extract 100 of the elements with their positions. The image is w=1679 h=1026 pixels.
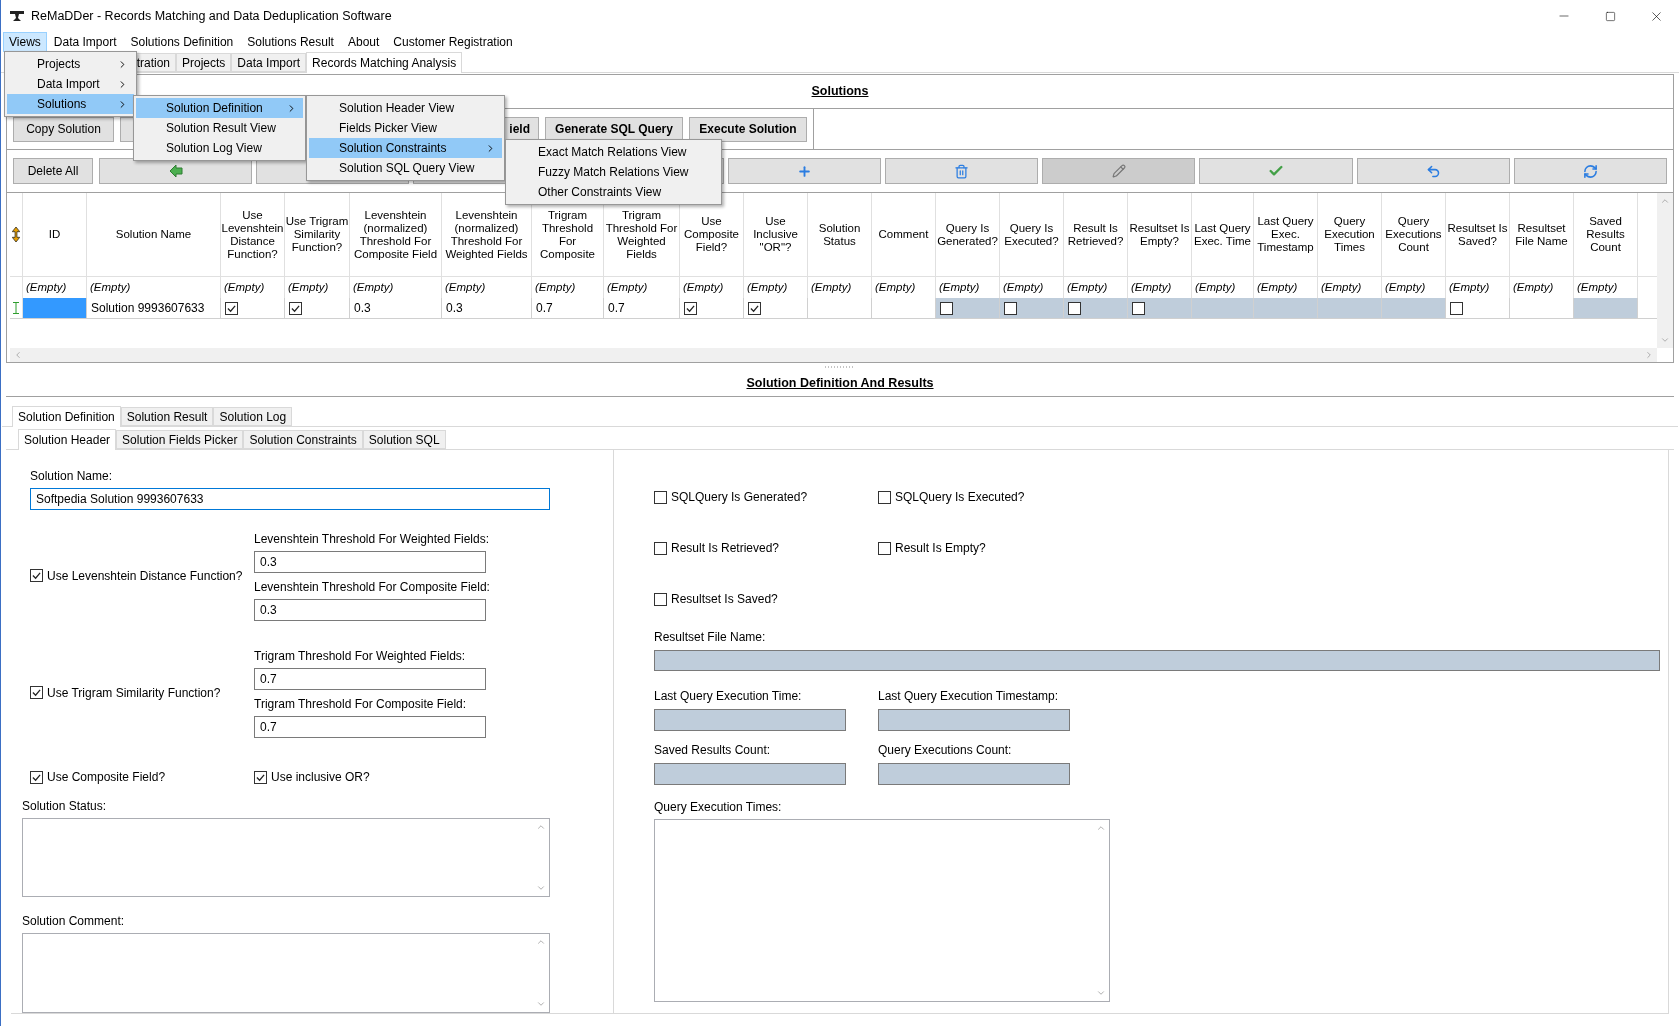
- filter-cell[interactable]: (Empty): [1321, 278, 1362, 297]
- delete-all-button[interactable]: Delete All: [13, 158, 93, 184]
- tab[interactable]: Solution Definition: [12, 406, 121, 427]
- menu-item[interactable]: Solutions Definition: [123, 32, 241, 52]
- file-name-field[interactable]: [654, 650, 1660, 671]
- column-header[interactable]: Last Query Exec. Time: [1192, 193, 1254, 276]
- tab[interactable]: Solution Header: [18, 429, 117, 450]
- table-cell[interactable]: [936, 298, 1000, 318]
- toolbar-button[interactable]: [885, 158, 1039, 184]
- readonly-field[interactable]: [878, 709, 1070, 731]
- menu-item[interactable]: Exact Match Relations View: [508, 142, 719, 162]
- checkbox[interactable]: [1068, 301, 1081, 315]
- column-header[interactable]: Query Execution Times: [1318, 193, 1382, 276]
- checkbox[interactable]: [30, 569, 43, 582]
- action-button[interactable]: Copy Solution: [13, 116, 114, 142]
- column-header[interactable]: Resultset File Name: [1510, 193, 1574, 276]
- menu-item[interactable]: Solutions: [7, 94, 134, 114]
- filter-cell[interactable]: (Empty): [1003, 278, 1044, 297]
- table-cell[interactable]: [1318, 298, 1382, 318]
- scroll-left-icon[interactable]: [13, 350, 23, 360]
- text-area[interactable]: [22, 818, 550, 897]
- tab[interactable]: Data Import: [231, 53, 307, 72]
- readonly-field[interactable]: [654, 709, 846, 731]
- table-cell[interactable]: [1000, 298, 1064, 318]
- table-cell[interactable]: [1254, 298, 1318, 318]
- menu-item[interactable]: Solution Log View: [136, 138, 303, 158]
- table-cell[interactable]: [1064, 298, 1128, 318]
- tab[interactable]: Solution Log: [213, 407, 293, 426]
- filter-cell[interactable]: (Empty): [26, 278, 67, 297]
- column-header[interactable]: Resultset Is Saved?: [1446, 193, 1510, 276]
- checkbox[interactable]: [225, 301, 238, 315]
- menu-item[interactable]: Fuzzy Match Relations View: [508, 162, 719, 182]
- menu-item[interactable]: Fields Picker View: [309, 118, 502, 138]
- filter-cell[interactable]: (Empty): [90, 278, 131, 297]
- checkbox[interactable]: [1450, 301, 1463, 315]
- table-cell[interactable]: [1574, 298, 1638, 318]
- table-cell[interactable]: [1382, 298, 1446, 318]
- filter-cell[interactable]: (Empty): [1067, 278, 1108, 297]
- column-header[interactable]: Use Levenshtein Distance Function?: [221, 193, 285, 276]
- column-header[interactable]: Levenshtein (normalized) Threshold For Composite Field: [350, 193, 442, 276]
- filter-cell[interactable]: (Empty): [811, 278, 852, 297]
- action-button[interactable]: Generate SQL Query: [545, 116, 683, 142]
- checkbox[interactable]: [654, 541, 667, 555]
- menu-item[interactable]: Views: [3, 32, 47, 52]
- tab[interactable]: Records Matching Analysis: [306, 52, 463, 73]
- checkbox[interactable]: [878, 490, 891, 504]
- column-header[interactable]: Query Executions Count: [1382, 193, 1446, 276]
- checkbox[interactable]: [30, 770, 43, 784]
- tab[interactable]: Projects: [176, 53, 232, 72]
- filter-cell[interactable]: (Empty): [445, 278, 486, 297]
- filter-cell[interactable]: (Empty): [747, 278, 788, 297]
- checkbox[interactable]: [684, 301, 697, 315]
- table-cell[interactable]: [1128, 298, 1192, 318]
- checkbox[interactable]: [878, 541, 891, 555]
- checkbox[interactable]: [654, 592, 667, 606]
- column-header[interactable]: Use Inclusive "OR"?: [744, 193, 808, 276]
- up-down-arrow-icon[interactable]: [12, 227, 20, 242]
- filter-cell[interactable]: (Empty): [683, 278, 724, 297]
- menu-item[interactable]: About: [340, 32, 387, 52]
- menu-item[interactable]: Solution Header View: [309, 98, 502, 118]
- checkbox[interactable]: [940, 301, 953, 315]
- filter-cell[interactable]: (Empty): [1577, 278, 1618, 297]
- tab[interactable]: Solution Result: [120, 407, 214, 426]
- threshold-field[interactable]: 0.7: [254, 668, 486, 690]
- scroll-down-icon[interactable]: [1660, 335, 1670, 345]
- filter-cell[interactable]: (Empty): [1513, 278, 1554, 297]
- checkbox[interactable]: [1132, 301, 1145, 315]
- column-header[interactable]: Resultset Is Empty?: [1128, 193, 1192, 276]
- text-area[interactable]: [22, 933, 550, 1013]
- menu-item[interactable]: Customer Registration: [386, 32, 520, 52]
- column-header[interactable]: Query Is Generated?: [936, 193, 1000, 276]
- toolbar-button[interactable]: [1356, 158, 1510, 184]
- column-header[interactable]: Query Is Executed?: [1000, 193, 1064, 276]
- threshold-field[interactable]: 0.7: [254, 716, 486, 738]
- toolbar-button[interactable]: [1199, 158, 1353, 184]
- solution-name-field[interactable]: Softpedia Solution 9993607633: [30, 488, 550, 510]
- threshold-field[interactable]: 0.3: [254, 599, 486, 621]
- menu-item[interactable]: Data Import: [7, 74, 134, 94]
- toolbar-button[interactable]: [1513, 158, 1668, 184]
- scroll-up-icon[interactable]: [536, 822, 546, 832]
- filter-cell[interactable]: (Empty): [1385, 278, 1426, 297]
- maximize-icon[interactable]: [1604, 10, 1616, 22]
- column-header[interactable]: Use Trigram Similarity Function?: [285, 193, 350, 276]
- checkbox[interactable]: [748, 301, 761, 315]
- menu-item[interactable]: Data Import: [46, 32, 124, 52]
- filter-cell[interactable]: (Empty): [939, 278, 980, 297]
- column-header[interactable]: Result Is Retrieved?: [1064, 193, 1128, 276]
- scroll-up-icon[interactable]: [1660, 196, 1670, 206]
- filter-cell[interactable]: (Empty): [1195, 278, 1236, 297]
- column-header[interactable]: ID: [23, 193, 87, 276]
- filter-cell[interactable]: (Empty): [607, 278, 648, 297]
- filter-cell[interactable]: (Empty): [1449, 278, 1490, 297]
- readonly-field[interactable]: [878, 763, 1070, 785]
- filter-cell[interactable]: (Empty): [875, 278, 916, 297]
- column-header[interactable]: Saved Results Count: [1574, 193, 1638, 276]
- tab[interactable]: Solution Fields Picker: [116, 430, 244, 449]
- scroll-down-icon[interactable]: [536, 999, 546, 1009]
- checkbox[interactable]: [654, 490, 667, 504]
- filter-cell[interactable]: (Empty): [224, 278, 265, 297]
- column-header[interactable]: Solution Name: [87, 193, 221, 276]
